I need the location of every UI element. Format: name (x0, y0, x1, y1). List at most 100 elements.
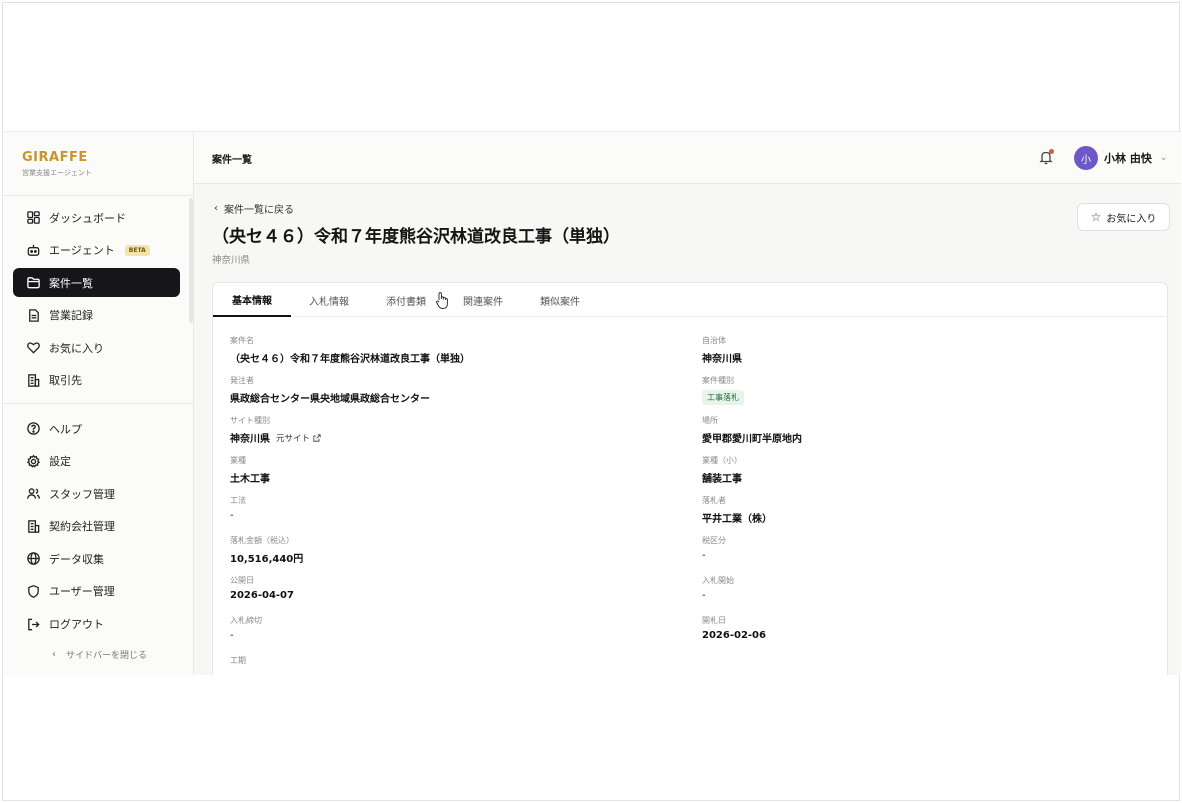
users-icon (25, 486, 41, 502)
sidebar-bottom-nav: ヘルプ 設定 スタッフ管理 契約会社管理 データ収集 ユーザー管理 ログアウト (13, 414, 180, 642)
brand-logo[interactable]: GIRAFFE (22, 150, 92, 165)
star-icon: ☆ (1090, 210, 1102, 224)
source-site-link[interactable]: 元サイト (276, 432, 321, 444)
field-opening-date: 開札日 2026-02-06 (702, 615, 766, 641)
field-bid-deadline: 入札締切 - (230, 615, 262, 641)
back-link[interactable]: ‹ 案件一覧に戻る (214, 201, 294, 216)
sidebar-item-label: スタッフ管理 (49, 487, 115, 501)
field-label: 業種 (230, 456, 246, 465)
sidebar-scrollbar[interactable] (189, 198, 193, 323)
chevron-left-icon: ‹ (214, 203, 218, 214)
heart-icon (25, 340, 41, 356)
sidebar-item-label: 営業記録 (49, 309, 93, 323)
sidebar-item-label: 契約会社管理 (49, 520, 115, 534)
building-icon (25, 518, 41, 534)
sidebar-item-staff-management[interactable]: スタッフ管理 (13, 479, 180, 508)
field-value: 愛甲郡愛川町半原地内 (702, 434, 802, 445)
field-construction-period: 工期 (230, 655, 246, 670)
sidebar-item-label: ダッシュボード (49, 211, 126, 225)
field-client: 発注者 県政総合センター県央地域県政総合センター (230, 375, 430, 405)
sidebar-item-logout[interactable]: ログアウト (13, 610, 180, 639)
field-value: 神奈川県 (702, 354, 742, 365)
source-site-link-label: 元サイト (276, 433, 311, 444)
brand-subtitle: 営業支援エージェント (22, 169, 92, 177)
sidebar-item-label: データ収集 (49, 552, 104, 566)
brand: GIRAFFE 営業支援エージェント (22, 150, 92, 178)
field-method: 工法 - (230, 495, 246, 521)
field-industry: 業種 土木工事 (230, 455, 270, 485)
field-label: 場所 (702, 416, 718, 425)
external-link-icon (313, 433, 321, 442)
user-name: 小林 由快 (1104, 152, 1152, 165)
sidebar-item-data-collection[interactable]: データ収集 (13, 544, 180, 573)
field-label: 開札日 (702, 616, 726, 625)
beta-badge: BETA (124, 244, 150, 256)
collapse-sidebar-label: サイドバーを閉じる (66, 651, 148, 661)
sidebar-item-help[interactable]: ヘルプ (13, 414, 180, 443)
notification-button[interactable] (1038, 149, 1054, 165)
sidebar-main-nav: ダッシュボード エージェント BETA 案件一覧 営業記録 お気に入り 取引先 (13, 203, 180, 399)
gear-icon (25, 453, 41, 469)
field-label: 工法 (230, 496, 246, 505)
field-value: 10,516,440円 (230, 554, 304, 565)
add-favorite-button[interactable]: ☆ お気に入り (1077, 203, 1170, 231)
field-label: 発注者 (230, 376, 254, 385)
field-label: 工期 (230, 656, 246, 665)
sidebar-item-user-management[interactable]: ユーザー管理 (13, 577, 180, 606)
field-project-name: 案件名 （央セ４６）令和７年度熊谷沢林道改良工事（単独） (230, 335, 470, 365)
header-title: 案件一覧 (212, 155, 252, 166)
field-label: 案件名 (230, 336, 254, 345)
field-value: - (702, 590, 706, 601)
field-value: 2026-02-06 (702, 630, 766, 641)
field-tax-category: 税区分 - (702, 535, 726, 561)
sidebar-item-favorites[interactable]: お気に入り (13, 333, 180, 362)
page-subtitle: 神奈川県 (212, 255, 251, 266)
field-project-type: 案件種別 工事落札 (702, 375, 744, 405)
sidebar-item-label: ログアウト (49, 618, 104, 632)
tab-bid-info[interactable]: 入札情報 (291, 283, 367, 317)
building-icon (25, 372, 41, 388)
tab-attachments[interactable]: 添付書類 (367, 283, 445, 317)
field-value: 舗装工事 (702, 474, 742, 485)
sidebar-item-label: 案件一覧 (49, 276, 93, 290)
field-label: 税区分 (702, 536, 726, 545)
sidebar-item-label: ユーザー管理 (49, 585, 115, 599)
tab-similar-projects[interactable]: 類似案件 (521, 283, 599, 317)
sidebar-item-settings[interactable]: 設定 (13, 447, 180, 476)
tab-basic-info[interactable]: 基本情報 (213, 283, 291, 317)
tab-related-projects[interactable]: 関連案件 (445, 283, 521, 317)
document-icon (25, 307, 41, 323)
sidebar-item-projects[interactable]: 案件一覧 (13, 268, 180, 298)
field-label: 落札者 (702, 496, 726, 505)
sidebar-item-contract-companies[interactable]: 契約会社管理 (13, 512, 180, 541)
back-link-label: 案件一覧に戻る (224, 205, 294, 216)
field-value: 県政総合センター県央地域県政総合センター (230, 394, 430, 405)
sidebar-item-label: お気に入り (49, 341, 104, 355)
field-value: - (702, 550, 706, 561)
avatar: 小 (1074, 146, 1098, 170)
sidebar-item-clients[interactable]: 取引先 (13, 366, 180, 395)
field-label: 落札金額（税込） (230, 536, 294, 545)
user-menu[interactable]: 小 小林 由快 ⌄ (1074, 146, 1167, 170)
chevron-down-icon: ⌄ (1159, 153, 1168, 163)
field-label: 案件種別 (702, 376, 734, 385)
sidebar-divider (4, 195, 194, 196)
field-value-row: 神奈川県 元サイト (230, 430, 321, 445)
sidebar-item-sales-records[interactable]: 営業記録 (13, 301, 180, 330)
field-label: 自治体 (702, 336, 726, 345)
sidebar: GIRAFFE 営業支援エージェント ダッシュボード エージェント BETA 案… (4, 132, 194, 675)
app-window: GIRAFFE 営業支援エージェント ダッシュボード エージェント BETA 案… (4, 131, 1181, 675)
help-icon (25, 421, 41, 437)
sidebar-item-agent[interactable]: エージェント BETA (13, 236, 180, 265)
sidebar-item-dashboard[interactable]: ダッシュボード (13, 203, 180, 232)
favorite-label: お気に入り (1106, 213, 1157, 225)
field-value: 平井工業（株） (702, 514, 772, 525)
field-label: 業種（小） (702, 456, 742, 465)
collapse-sidebar-button[interactable]: ‹ サイドバーを閉じる (52, 648, 147, 661)
field-value: 2026-04-07 (230, 590, 294, 601)
bot-icon (25, 242, 41, 258)
hand-cursor-icon (436, 292, 448, 309)
sidebar-item-label: ヘルプ (49, 422, 82, 436)
field-label: 公開日 (230, 576, 254, 585)
chevron-left-icon: ‹ (52, 649, 56, 660)
